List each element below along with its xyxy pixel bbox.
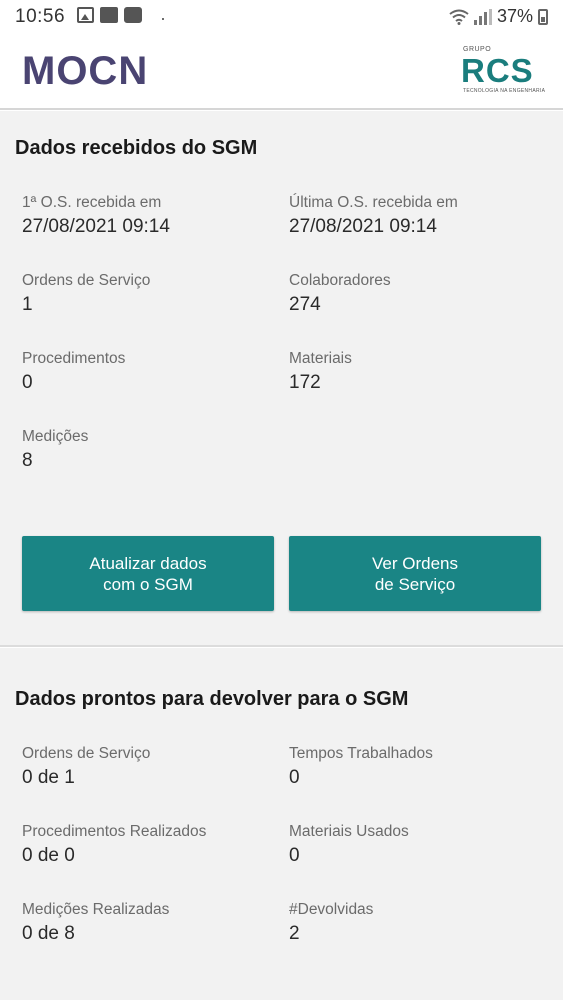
field-value: 8	[22, 450, 33, 471]
field-value: 1	[22, 294, 33, 315]
field-label: Colaboradores	[289, 272, 391, 289]
app-header: MOCN GRUPO RCS TECNOLOGIA NA ENGENHARIA	[0, 34, 563, 110]
measurements-field: Medições 8	[22, 427, 272, 474]
system-icons: 37%	[449, 6, 548, 27]
notification-icons	[77, 7, 142, 23]
field-label: Procedimentos Realizados	[22, 823, 207, 840]
field-value: 0	[22, 372, 33, 393]
field-label: Ordens de Serviço	[22, 745, 151, 762]
ready-data-card: Dados prontos para devolver para o SGM O…	[0, 648, 563, 1000]
status-bar: 10:56 · 37%	[0, 0, 563, 34]
voicemail-icon	[100, 7, 118, 23]
field-label: Ordens de Serviço	[22, 272, 151, 289]
field-label: Tempos Trabalhados	[289, 745, 433, 762]
service-orders-field: Ordens de Serviço 1	[22, 271, 272, 318]
field-value: 2	[289, 923, 300, 944]
field-value: 27/08/2021 09:14	[289, 216, 437, 237]
field-label: Materiais Usados	[289, 823, 409, 840]
field-value: 0	[289, 767, 300, 788]
more-notifications-dot: ·	[160, 8, 166, 28]
first-os-field: 1ª O.S. recebida em 27/08/2021 09:14	[22, 193, 272, 240]
signal-icon	[473, 8, 492, 25]
view-service-orders-button[interactable]: Ver Ordens de Serviço	[289, 536, 541, 611]
field-value: 0 de 8	[22, 923, 75, 944]
battery-icon	[538, 8, 548, 25]
procedures-field: Procedimentos 0	[22, 349, 272, 396]
received-title: Dados recebidos do SGM	[15, 137, 258, 159]
worked-times-field: Tempos Trabalhados 0	[289, 744, 539, 791]
status-time: 10:56	[15, 6, 66, 27]
mocn-logo: MOCN	[22, 49, 149, 93]
collaborators-field: Colaboradores 274	[289, 271, 539, 318]
field-value: 0 de 0	[22, 845, 75, 866]
procedures-done-field: Procedimentos Realizados 0 de 0	[22, 822, 272, 869]
received-data-card: Dados recebidos do SGM 1ª O.S. recebida …	[0, 111, 563, 647]
field-label: Materiais	[289, 350, 352, 367]
field-label: 1ª O.S. recebida em	[22, 194, 162, 211]
teams-icon	[124, 7, 142, 23]
field-label: Última O.S. recebida em	[289, 194, 458, 211]
field-label: Procedimentos	[22, 350, 126, 367]
returned-count-field: #Devolvidas 2	[289, 900, 539, 947]
ready-title: Dados prontos para devolver para o SGM	[15, 688, 409, 710]
last-os-field: Última O.S. recebida em 27/08/2021 09:14	[289, 193, 539, 240]
wifi-icon	[449, 9, 469, 25]
field-value: 274	[289, 294, 321, 315]
field-label: Medições	[22, 428, 89, 445]
battery-percent: 37%	[496, 6, 533, 26]
field-value: 172	[289, 372, 321, 393]
rcs-logo-main: RCS	[461, 52, 534, 89]
update-sgm-button[interactable]: Atualizar dados com o SGM	[22, 536, 274, 611]
field-value: 27/08/2021 09:14	[22, 216, 170, 237]
gallery-icon	[77, 7, 94, 23]
field-value: 0	[289, 845, 300, 866]
ready-service-orders-field: Ordens de Serviço 0 de 1	[22, 744, 272, 791]
measurements-done-field: Medições Realizadas 0 de 8	[22, 900, 272, 947]
materials-used-field: Materiais Usados 0	[289, 822, 539, 869]
field-value: 0 de 1	[22, 767, 75, 788]
rcs-logo: GRUPO RCS TECNOLOGIA NA ENGENHARIA	[461, 44, 546, 96]
rcs-logo-tagline: TECNOLOGIA NA ENGENHARIA	[463, 88, 546, 94]
materials-field: Materiais 172	[289, 349, 539, 396]
field-label: #Devolvidas	[289, 901, 374, 918]
field-label: Medições Realizadas	[22, 901, 170, 918]
